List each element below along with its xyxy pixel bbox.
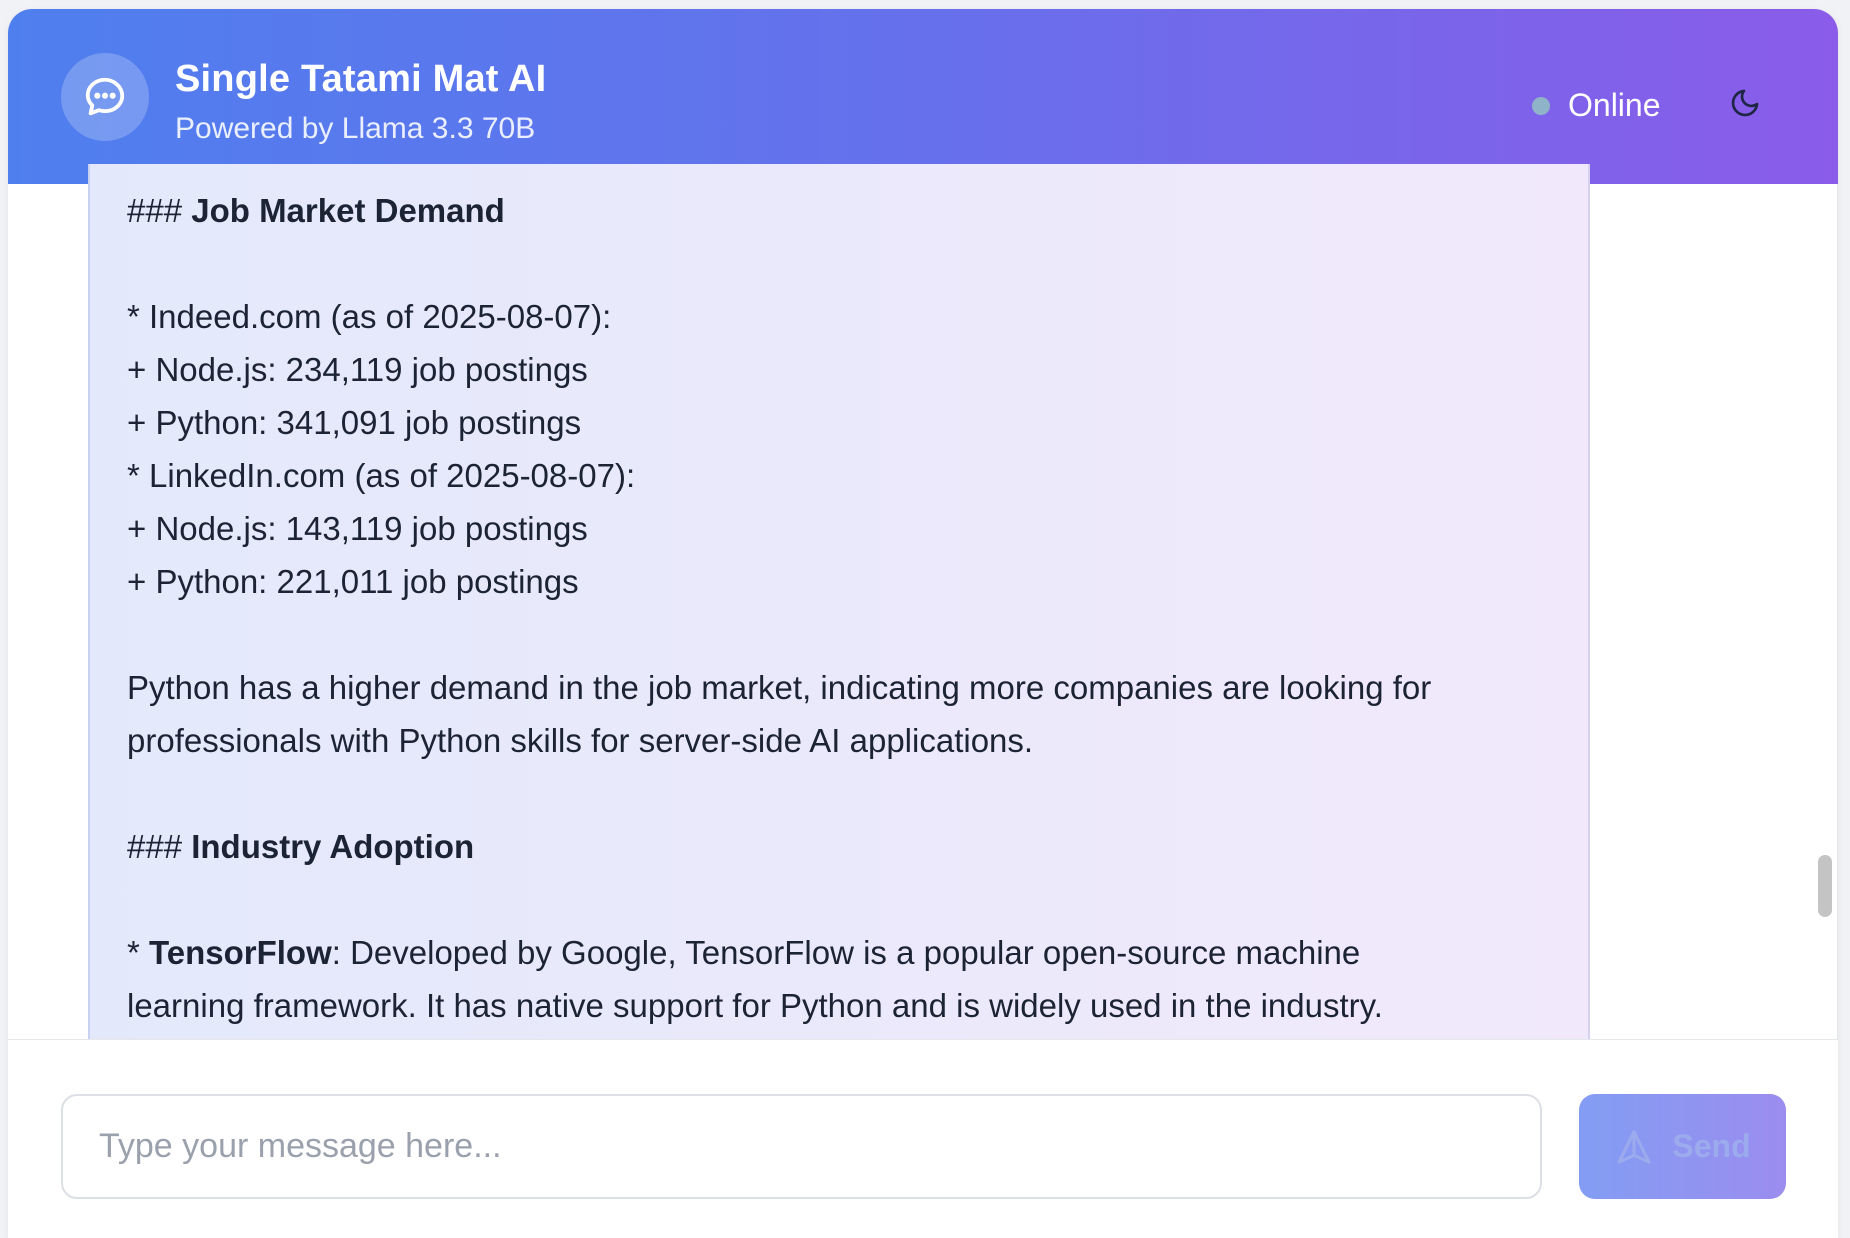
section-heading: ### Industry Adoption [127,828,475,865]
chat-messages-area[interactable]: ### Job Market Demand * Indeed.com (as o… [8,164,1838,1039]
paragraph-line: Python has a higher demand in the job ma… [127,669,1432,706]
list-item: * LinkedIn.com (as of 2025-08-07): [127,457,636,494]
message-composer: Send [8,1039,1838,1238]
chat-header: Single Tatami Mat AI Powered by Llama 3.… [8,9,1838,184]
send-button[interactable]: Send [1579,1094,1786,1199]
app-title: Single Tatami Mat AI [175,58,547,100]
send-arrow-icon [1617,1130,1651,1163]
section-heading: ### Job Market Demand [127,192,505,229]
message-input[interactable] [61,1094,1542,1199]
moon-icon [1731,89,1759,117]
bullet-item: * TensorFlow: Developed by Google, Tenso… [127,934,1361,971]
theme-toggle-button[interactable] [1725,83,1765,123]
status-indicator: Online [1532,87,1661,124]
list-item: + Python: 341,091 job postings [127,404,582,441]
list-item: + Python: 221,011 job postings [127,563,579,600]
paragraph-line: professionals with Python skills for ser… [127,722,1034,759]
bullet-item-continuation: learning framework. It has native suppor… [127,987,1383,1024]
chat-bubble-icon [61,53,149,141]
message-content: ### Job Market Demand * Indeed.com (as o… [127,164,1558,1032]
chat-scrollbar-thumb[interactable] [1818,855,1832,917]
list-item: + Node.js: 234,119 job postings [127,351,588,388]
list-item: * Indeed.com (as of 2025-08-07): [127,298,612,335]
list-item: + Node.js: 143,119 job postings [127,510,588,547]
status-dot [1532,96,1550,115]
assistant-message-bubble: ### Job Market Demand * Indeed.com (as o… [88,164,1590,1039]
app-subtitle: Powered by Llama 3.3 70B [175,112,536,145]
send-label: Send [1672,1128,1751,1164]
status-label: Online [1568,87,1661,123]
app-window: Single Tatami Mat AI Powered by Llama 3.… [8,9,1838,1238]
